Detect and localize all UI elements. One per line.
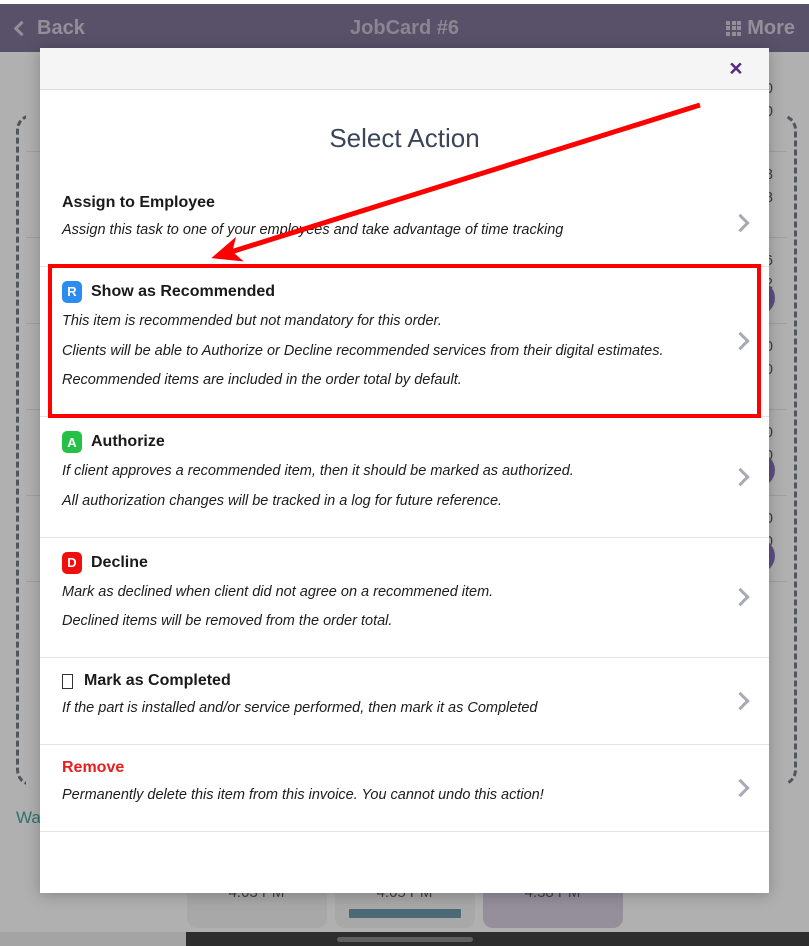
action-label: Mark as Completed (84, 672, 231, 689)
action-row-remove[interactable]: Remove Permanently delete this item from… (40, 743, 769, 832)
close-icon[interactable]: × (721, 54, 751, 84)
action-description: Mark as declined when client did not agr… (62, 583, 494, 600)
action-title: Assign to Employee (62, 194, 709, 212)
action-label: Show as Recommended (91, 282, 276, 300)
action-row-mark-as-completed[interactable]: Mark as Completed If the part is install… (40, 657, 769, 744)
action-title: Mark as Completed (62, 672, 709, 690)
action-description: Permanently delete this item from this i… (62, 786, 544, 803)
action-row-show-as-recommended[interactable]: R Show as Recommended This item is recom… (40, 265, 769, 416)
action-row-assign-to-employee[interactable]: Assign to Employee Assign this task to o… (40, 180, 769, 266)
action-title: D Decline (62, 551, 709, 574)
chevron-right-icon (731, 588, 750, 607)
action-description: If client approves a recommended item, t… (62, 463, 574, 479)
modal-header: × (40, 48, 769, 90)
action-title: Remove (62, 759, 709, 777)
action-label: Remove (62, 758, 125, 776)
action-row-authorize[interactable]: A Authorize If client approves a recomme… (40, 416, 769, 537)
action-title: A Authorize (62, 431, 709, 453)
action-description: Declined items will be removed from the … (62, 613, 393, 630)
action-description: If the part is installed and/or service … (62, 700, 538, 716)
authorize-badge-icon: A (62, 431, 82, 453)
checkbox-icon (62, 673, 73, 689)
action-label: Decline (91, 553, 148, 571)
action-label: Authorize (91, 433, 165, 450)
action-description: This item is recommended but not mandato… (62, 312, 442, 329)
chevron-right-icon (731, 332, 750, 351)
action-title: R Show as Recommended (62, 280, 709, 303)
chevron-right-icon (731, 778, 750, 797)
decline-badge-icon: D (62, 551, 82, 574)
chevron-right-icon (731, 467, 750, 486)
action-description: Assign this task to one of your employee… (62, 222, 564, 238)
action-list: Assign to Employee Assign this task to o… (40, 180, 769, 832)
action-row-decline[interactable]: D Decline Mark as declined when client d… (40, 536, 769, 657)
select-action-modal: × Select Action Assign to Employee Assig… (40, 48, 769, 893)
chevron-right-icon (731, 213, 750, 233)
action-description: Recommended items are included in the or… (62, 372, 462, 389)
action-description: Clients will be able to Authorize or Dec… (62, 342, 664, 359)
recommended-badge-icon: R (62, 280, 82, 303)
action-description: All authorization changes will be tracke… (62, 492, 503, 509)
chevron-right-icon (731, 691, 750, 711)
app-screen: Back JobCard #6 More 5050 (0, 0, 809, 946)
modal-title: Select Action (329, 123, 480, 153)
action-label: Assign to Employee (62, 194, 215, 211)
